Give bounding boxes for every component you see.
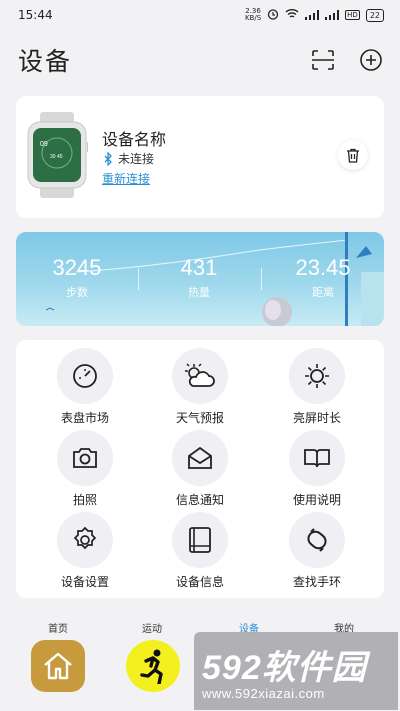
reconnect-link[interactable]: 重新连接 <box>102 170 150 187</box>
battery-icon: 22 <box>365 8 384 22</box>
connection-status: 未连接 <box>102 150 154 167</box>
feature-manual[interactable]: 使用说明 <box>267 430 367 508</box>
steps-value: 3245 <box>52 255 102 280</box>
svg-text:30 45: 30 45 <box>50 154 63 160</box>
stat-distance: 23.45 距离 <box>286 256 360 300</box>
calories-label: 热量 <box>188 286 210 299</box>
watermark-url: www.592xiazai.com <box>202 686 325 701</box>
watermark: 592软件园 www.592xiazai.com <box>194 632 398 710</box>
features-grid: 表盘市场 天气预报 亮屏时长 拍照 信息通知 使用说明 设备设置 设备信息 查找… <box>16 340 384 598</box>
stat-calories: 431 热量 <box>162 256 236 300</box>
tab-sport[interactable]: 运动 <box>122 620 182 635</box>
weather-icon <box>172 348 228 404</box>
status-bar: 15:44 2.36 KB/S HD 22 <box>0 0 400 30</box>
camera-icon <box>57 430 113 486</box>
page-title: 设备 <box>18 47 73 76</box>
feature-camera[interactable]: 拍照 <box>35 430 135 508</box>
feature-label: 表盘市场 <box>60 411 109 425</box>
feature-label: 天气预报 <box>175 411 224 425</box>
feature-label: 使用说明 <box>292 493 341 507</box>
signal-icon <box>325 10 340 20</box>
distance-label: 距离 <box>312 286 334 299</box>
feature-screen-time[interactable]: 亮屏时长 <box>267 348 367 426</box>
tab-home[interactable]: 首页 <box>28 620 88 635</box>
signal-icon <box>305 10 320 20</box>
feature-label: 查找手环 <box>292 575 341 589</box>
feature-label: 设备信息 <box>175 575 224 589</box>
alarm-icon <box>267 8 279 23</box>
feature-notifications[interactable]: 信息通知 <box>150 430 250 508</box>
feature-weather[interactable]: 天气预报 <box>150 348 250 426</box>
net-speed: 2.36 KB/S <box>245 8 261 22</box>
dial-icon <box>57 348 113 404</box>
wifi-icon <box>285 8 299 22</box>
watch-image: 09 30 45 <box>27 112 88 198</box>
battery-level: 22 <box>369 10 380 20</box>
feature-device-info[interactable]: 设备信息 <box>150 512 250 590</box>
stat-steps: 3245 步数 <box>40 256 114 300</box>
status-icons: 2.36 KB/S HD 22 <box>245 8 384 23</box>
band-icon <box>289 512 345 568</box>
page-header: 设备 <box>18 40 384 80</box>
device-info-icon <box>172 512 228 568</box>
stat-divider <box>261 268 262 290</box>
net-speed-unit: KB/S <box>244 14 262 22</box>
delete-device-button[interactable] <box>338 140 368 170</box>
book-icon <box>289 430 345 486</box>
device-name: 设备名称 <box>102 130 167 149</box>
feature-find-band[interactable]: 查找手环 <box>267 512 367 590</box>
home-icon <box>44 652 72 680</box>
calories-value: 431 <box>180 255 218 280</box>
scan-button[interactable] <box>310 47 336 73</box>
header-actions <box>310 47 384 73</box>
scan-icon <box>312 50 334 70</box>
plus-circle-icon <box>360 49 382 71</box>
feature-label: 拍照 <box>72 493 97 507</box>
connection-status-text: 未连接 <box>118 152 155 166</box>
feature-device-settings[interactable]: 设备设置 <box>35 512 135 590</box>
bluetooth-icon <box>104 151 112 166</box>
status-time: 15:44 <box>18 8 53 22</box>
feature-dial-market[interactable]: 表盘市场 <box>35 348 135 426</box>
activity-stats-card[interactable]: 3245 步数 431 热量 23.45 距离 <box>16 232 384 326</box>
watermark-brand: 592软件园 <box>202 649 367 687</box>
feature-label: 设备设置 <box>60 575 109 589</box>
watch-face-text: 09 <box>40 141 48 148</box>
trash-icon <box>347 148 359 163</box>
home-tab-button[interactable] <box>31 640 85 692</box>
envelope-icon <box>172 430 228 486</box>
feature-label: 信息通知 <box>175 493 224 507</box>
hd-icon: HD <box>345 10 360 20</box>
sun-icon <box>289 348 345 404</box>
add-device-button[interactable] <box>358 47 384 73</box>
feature-label: 亮屏时长 <box>292 411 341 425</box>
sport-tab-button[interactable] <box>126 640 180 692</box>
stat-divider <box>138 268 139 290</box>
runner-icon <box>140 649 163 684</box>
distance-value: 23.45 <box>295 255 351 280</box>
steps-label: 步数 <box>66 286 88 299</box>
gear-icon <box>57 512 113 568</box>
device-card[interactable]: 09 30 45 设备名称 未连接 重新连接 <box>16 96 384 218</box>
